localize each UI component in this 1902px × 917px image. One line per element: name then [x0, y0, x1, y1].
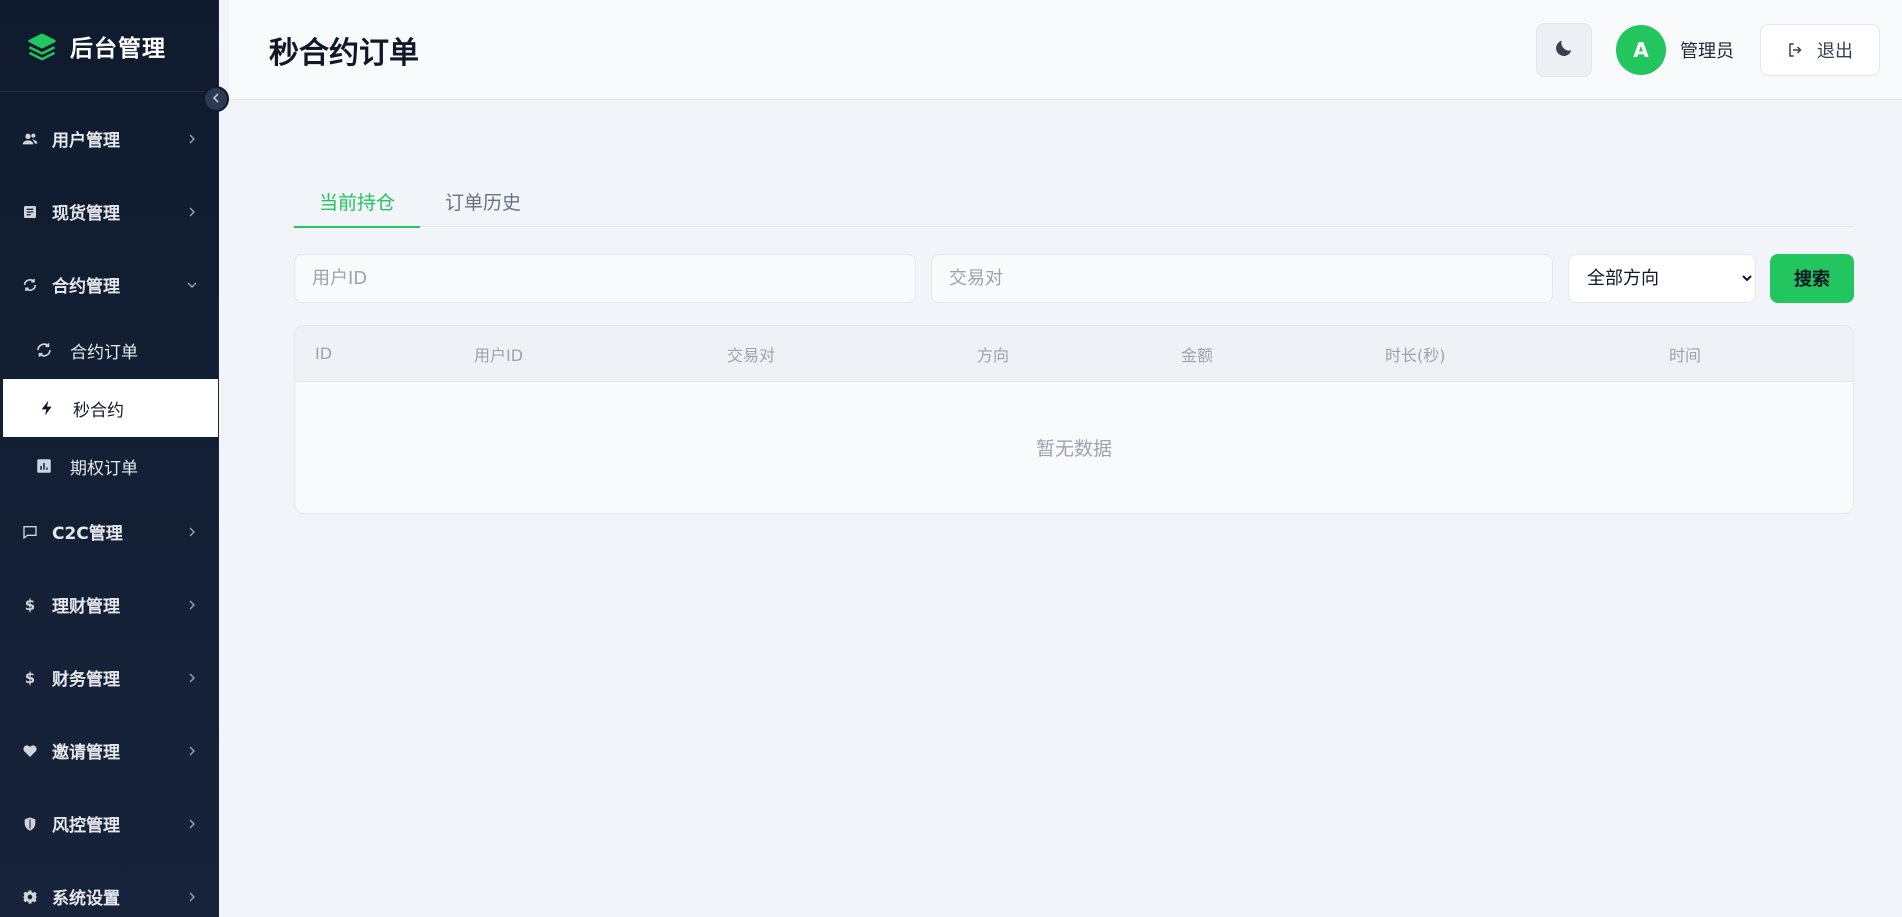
sidebar-subitem-contract-orders[interactable]: 合约订单 [0, 321, 218, 379]
column-header-pair: 交易对 [727, 345, 776, 365]
column-header-user-id: 用户ID [474, 345, 524, 365]
direction-select[interactable]: 全部方向 [1568, 253, 1756, 303]
refresh-icon [34, 340, 54, 360]
avatar[interactable]: A [1616, 24, 1666, 75]
chevron-right-icon [186, 818, 198, 830]
sidebar-subitem-options-orders[interactable]: 期权订单 [0, 437, 218, 495]
sidebar-item-label: 系统设置 [52, 889, 120, 909]
chevron-right-icon [186, 745, 198, 757]
chevron-right-icon [186, 891, 198, 903]
logout-icon [1787, 41, 1805, 59]
sidebar-subitem-label: 期权订单 [70, 458, 138, 479]
filter-bar: 全部方向 搜索 [294, 253, 1854, 303]
page-title: 秒合约订单 [269, 35, 419, 71]
chevron-left-icon [212, 92, 220, 106]
user-id-input[interactable] [294, 253, 916, 303]
main-content: 当前持仓 订单历史 全部方向 搜索 ID 用户ID 交易对 方向 金额 时长(秒… [294, 175, 1854, 514]
sidebar-menu: 用户管理 现货管理 合约管理 合约订单 秒合约 期权订单 C2C管理 $ 理财管… [0, 92, 218, 917]
sidebar-item-contracts[interactable]: 合约管理 [0, 248, 218, 321]
sidebar-collapse-button[interactable] [203, 86, 229, 112]
sidebar-item-finance[interactable]: $ 财务管理 [0, 641, 218, 714]
layers-icon [26, 30, 58, 62]
lightning-icon [37, 398, 57, 418]
orders-table: ID 用户ID 交易对 方向 金额 时长(秒) 时间 暂无数据 [294, 325, 1854, 514]
column-header-amount: 金额 [1181, 345, 1214, 365]
chevron-right-icon [186, 206, 198, 218]
tabs: 当前持仓 订单历史 [294, 175, 1854, 228]
logout-button[interactable]: 退出 [1760, 23, 1880, 76]
logout-label: 退出 [1817, 40, 1853, 62]
sidebar-item-label: 风控管理 [52, 816, 120, 836]
sidebar-item-label: 理财管理 [52, 597, 120, 617]
refresh-icon [20, 275, 40, 295]
table-header: ID 用户ID 交易对 方向 金额 时长(秒) 时间 [295, 326, 1853, 382]
moon-icon [1553, 37, 1575, 63]
trading-pair-input[interactable] [931, 253, 1553, 303]
dollar-icon: $ [24, 595, 36, 614]
sidebar-divider [218, 0, 228, 917]
sidebar-item-wealth[interactable]: $ 理财管理 [0, 568, 218, 641]
sidebar-item-settings[interactable]: 系统设置 [0, 860, 218, 917]
sidebar-subitem-second-contract[interactable]: 秒合约 [3, 379, 218, 437]
brand-title: 后台管理 [70, 35, 166, 62]
sidebar-item-label: 财务管理 [52, 670, 120, 690]
sidebar-item-label: 现货管理 [52, 204, 120, 224]
search-button[interactable]: 搜索 [1770, 253, 1854, 303]
brand: 后台管理 [0, 0, 218, 92]
chevron-right-icon [186, 526, 198, 538]
heart-icon [20, 741, 40, 761]
shield-icon [20, 814, 40, 834]
contracts-submenu: 合约订单 秒合约 期权订单 [0, 321, 218, 495]
column-header-duration: 时长(秒) [1385, 345, 1446, 365]
gear-icon [20, 887, 40, 907]
list-icon [20, 202, 40, 222]
sidebar-item-label: 用户管理 [52, 131, 120, 151]
message-icon [20, 522, 40, 542]
sidebar-item-invite[interactable]: 邀请管理 [0, 714, 218, 787]
tab-current-positions[interactable]: 当前持仓 [294, 175, 421, 228]
tab-order-history[interactable]: 订单历史 [420, 175, 546, 227]
sidebar-item-label: 合约管理 [52, 277, 120, 297]
sidebar-item-label: C2C管理 [52, 524, 123, 544]
column-header-id: ID [315, 344, 333, 363]
chevron-right-icon [186, 672, 198, 684]
empty-state-text: 暂无数据 [1035, 438, 1112, 460]
sidebar-item-label: 邀请管理 [52, 743, 120, 763]
sidebar-subitem-label: 合约订单 [70, 342, 138, 363]
sidebar-item-risk[interactable]: 风控管理 [0, 787, 218, 860]
column-header-direction: 方向 [977, 345, 1010, 365]
chevron-right-icon [186, 133, 198, 145]
chevron-down-icon [186, 279, 198, 291]
sidebar-item-c2c[interactable]: C2C管理 [0, 495, 218, 568]
bar-chart-icon [34, 456, 54, 476]
sidebar-item-users[interactable]: 用户管理 [0, 102, 218, 175]
top-header: 秒合约订单 A 管理员 退出 [229, 0, 1902, 100]
sidebar-subitem-label: 秒合约 [73, 400, 124, 421]
dollar-icon: $ [24, 668, 36, 687]
chevron-right-icon [186, 599, 198, 611]
table-body: 暂无数据 [295, 382, 1853, 513]
theme-toggle-button[interactable] [1536, 22, 1592, 77]
sidebar-item-spot[interactable]: 现货管理 [0, 175, 218, 248]
users-icon [20, 129, 40, 149]
sidebar: 后台管理 用户管理 现货管理 合约管理 合约订单 秒合约 期权订单 C2C管理 … [0, 0, 218, 917]
username: 管理员 [1680, 40, 1734, 62]
column-header-time: 时间 [1669, 345, 1702, 365]
